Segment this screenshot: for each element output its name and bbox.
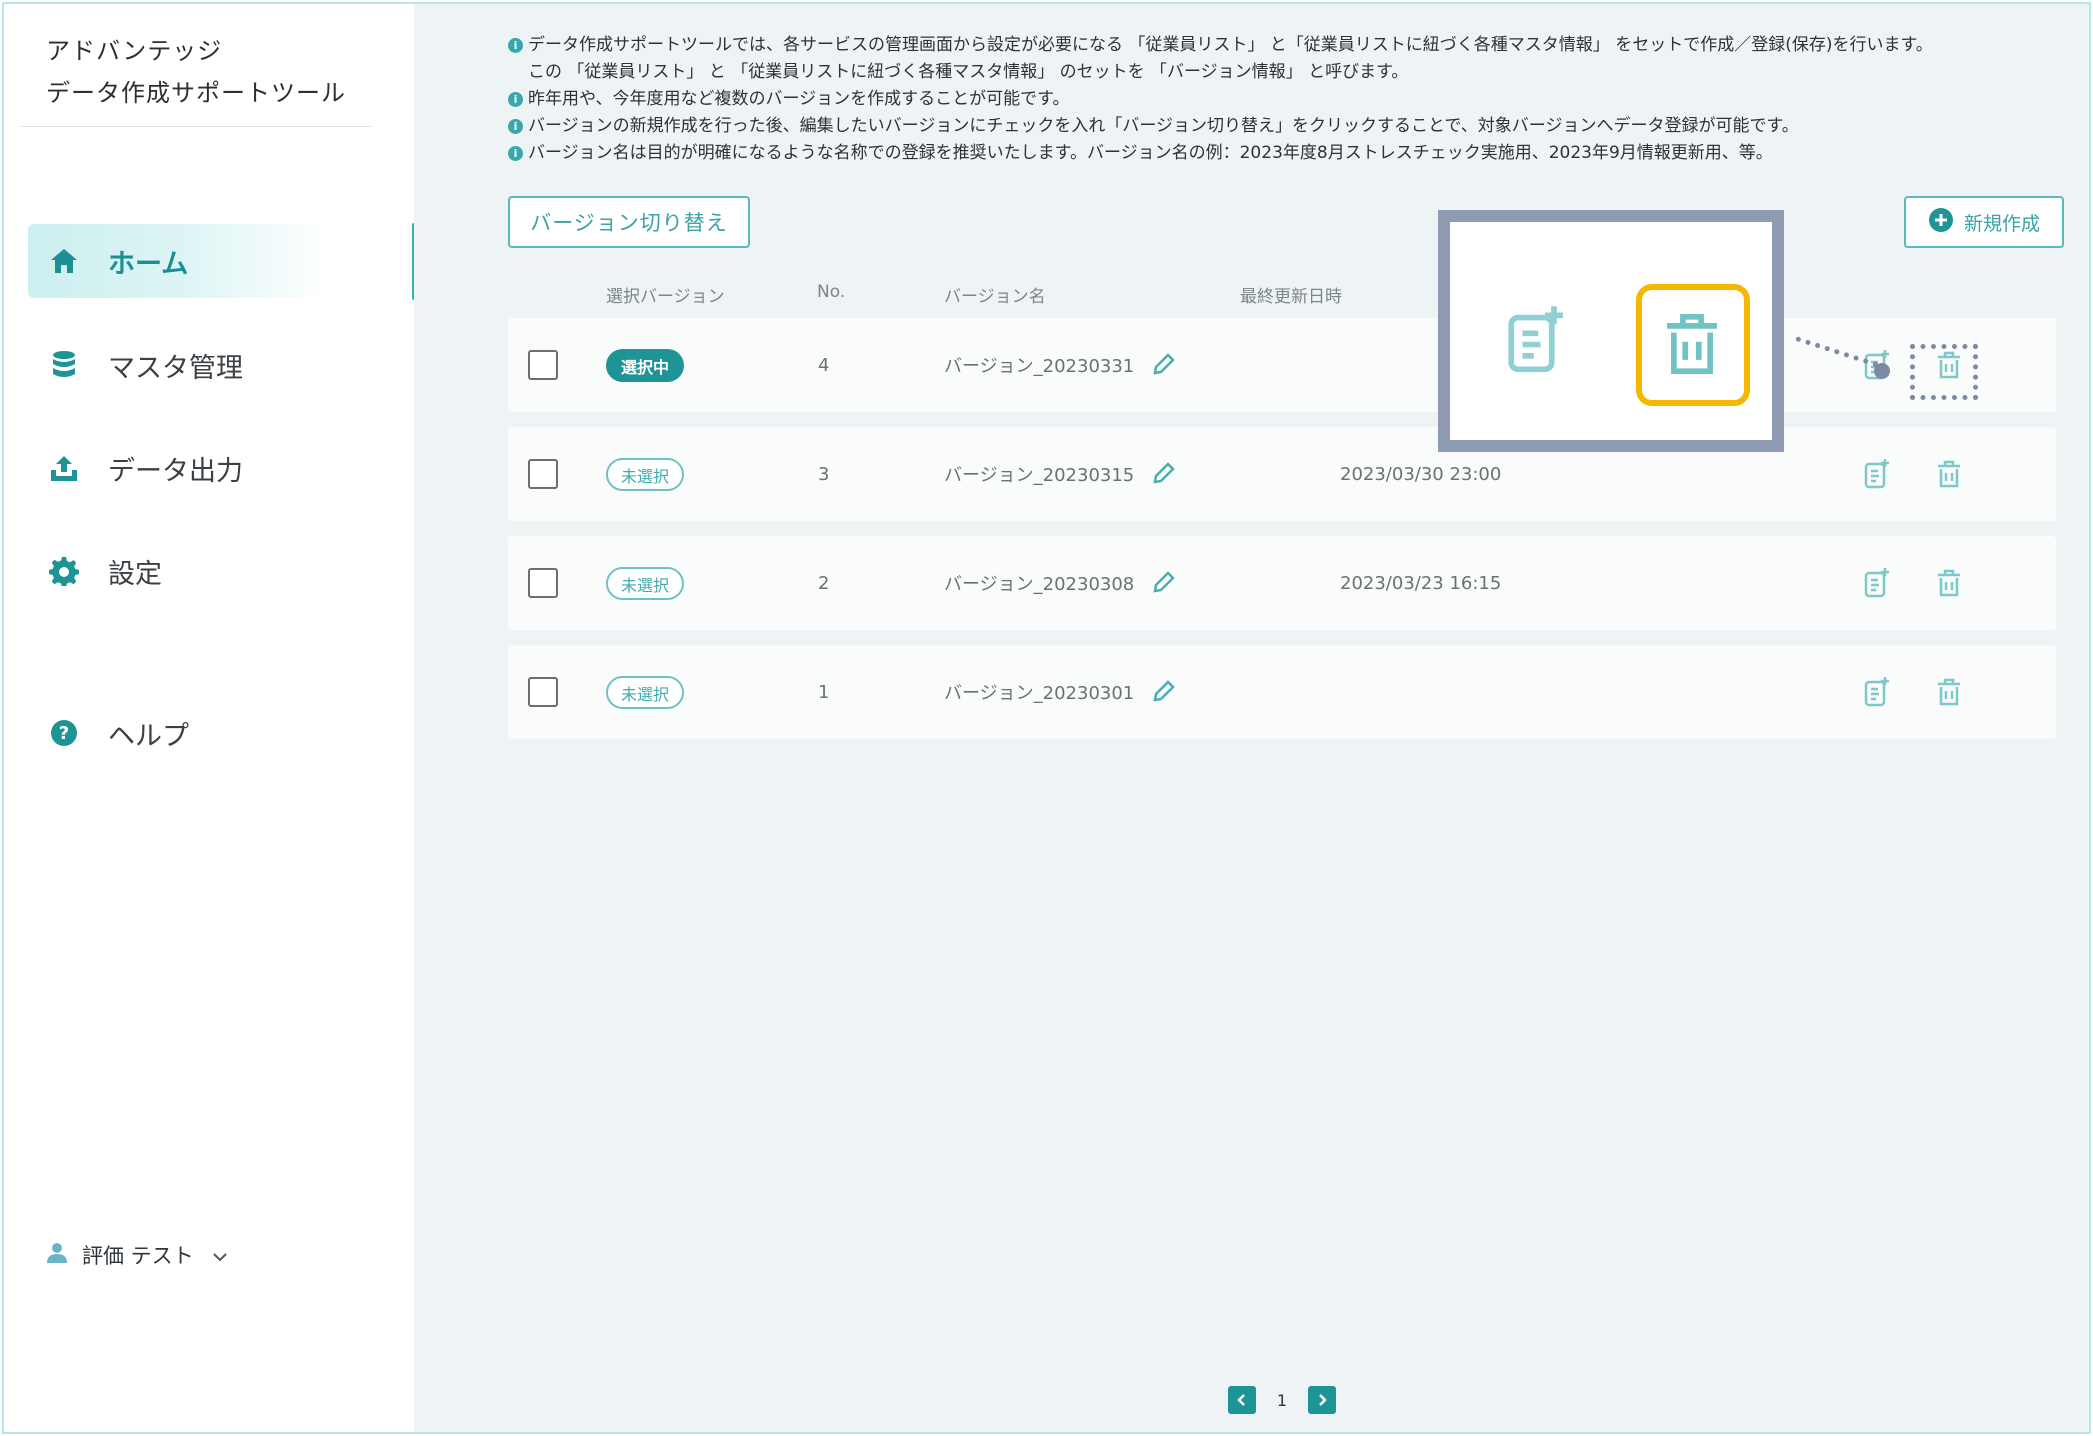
status-badge: 未選択 — [606, 458, 684, 491]
app-frame: アドバンテッジ データ作成サポートツール ホーム マスタ管理 データ出力 設定 … — [2, 2, 2091, 1434]
database-icon — [48, 349, 80, 381]
row-name: バージョン_20230315 — [944, 465, 1135, 486]
row-checkbox[interactable] — [528, 677, 558, 707]
trash-icon[interactable] — [1932, 675, 1966, 709]
row-checkbox[interactable] — [528, 568, 558, 598]
row-checkbox[interactable] — [528, 350, 558, 380]
help-icon: ? — [48, 717, 80, 749]
row-checkbox[interactable] — [528, 459, 558, 489]
new-version-label: 新規作成 — [1963, 212, 2040, 235]
sidebar-item-export[interactable]: データ出力 — [28, 431, 328, 505]
info-note: i データ作成サポートツールでは、各サービスの管理画面から設定が必要になる 「従業… — [508, 32, 1933, 59]
gear-icon — [48, 555, 80, 587]
status-badge: 未選択 — [606, 567, 684, 600]
info-note: この 「従業員リスト」 と 「従業員リストに紐づく各種マスタ情報」 のセットを … — [528, 62, 1409, 82]
sidebar-item-label: ホーム — [108, 248, 189, 280]
edit-icon[interactable] — [1150, 645, 1176, 739]
info-note: i バージョンの新規作成を行った後、編集したいバージョンにチェックを入れ「バージョ… — [508, 113, 1933, 140]
row-name: バージョン_20230301 — [944, 683, 1135, 704]
sidebar-item-label: 設定 — [108, 558, 162, 590]
sidebar-item-label: マスタ管理 — [108, 352, 243, 384]
row-no: 4 — [818, 354, 830, 376]
sidebar-item-settings[interactable]: 設定 — [28, 534, 328, 608]
plus-circle-icon — [1928, 207, 1954, 238]
status-badge: 未選択 — [606, 676, 684, 709]
pagination: 1 — [1228, 1386, 1336, 1414]
switch-version-button[interactable]: バージョン切り替え — [508, 196, 750, 248]
sidebar: アドバンテッジ データ作成サポートツール ホーム マスタ管理 データ出力 設定 … — [4, 4, 416, 1432]
info-icon: i — [508, 38, 523, 53]
info-icon: i — [508, 119, 523, 134]
table-row: 未選択 3 バージョン_20230315 2023/03/30 23:00 — [508, 427, 2056, 521]
copy-doc-icon[interactable] — [1860, 457, 1894, 491]
user-name: 評価 テスト — [82, 1244, 194, 1268]
callout-zoom — [1438, 210, 1784, 452]
callout-target-box — [1910, 344, 1978, 400]
callout-dot — [1874, 363, 1890, 379]
info-icon: i — [508, 92, 523, 107]
row-name: バージョン_20230331 — [944, 356, 1135, 377]
app-title: アドバンテッジ データ作成サポートツール — [46, 30, 346, 114]
upload-icon — [48, 452, 80, 484]
sidebar-item-label: データ出力 — [108, 455, 243, 487]
info-notes: i データ作成サポートツールでは、各サービスの管理画面から設定が必要になる 「従業… — [508, 32, 1933, 167]
table-row: 選択中 4 バージョン_20230331 — [508, 318, 2056, 412]
column-header-no: No. — [817, 282, 846, 302]
info-note: i バージョン名は目的が明確になるような名称での登録を推奨いたします。バージョン名… — [508, 140, 1933, 167]
next-page-button[interactable] — [1308, 1386, 1336, 1414]
app-title-line2: データ作成サポートツール — [46, 79, 346, 107]
copy-doc-icon[interactable] — [1860, 675, 1894, 709]
table-row: 未選択 2 バージョン_20230308 2023/03/23 16:15 — [508, 536, 2056, 630]
app-title-line1: アドバンテッジ — [46, 37, 223, 65]
home-icon — [48, 245, 80, 277]
sidebar-item-label: ヘルプ — [108, 720, 189, 752]
row-no: 3 — [818, 463, 830, 485]
edit-icon[interactable] — [1150, 427, 1176, 521]
user-icon — [46, 1242, 68, 1269]
column-header-updated: 最終更新日時 — [1240, 287, 1342, 307]
row-no: 1 — [818, 681, 830, 703]
new-version-button[interactable]: 新規作成 — [1904, 196, 2064, 248]
chevron-down-icon — [212, 1243, 228, 1267]
table-row: 未選択 1 バージョン_20230301 — [508, 645, 2056, 739]
page-number[interactable]: 1 — [1270, 1391, 1294, 1410]
sidebar-item-home[interactable]: ホーム — [28, 224, 328, 298]
edit-icon[interactable] — [1150, 318, 1176, 412]
divider — [20, 126, 372, 127]
row-no: 2 — [818, 572, 830, 594]
edit-icon[interactable] — [1150, 536, 1176, 630]
info-icon: i — [508, 146, 523, 161]
user-menu[interactable]: 評価 テスト — [46, 1240, 228, 1270]
info-note: i 昨年用や、今年度用など複数のバージョンを作成することが可能です。 — [508, 86, 1933, 113]
copy-doc-icon[interactable] — [1860, 566, 1894, 600]
column-header-selected: 選択バージョン — [606, 287, 725, 307]
trash-icon[interactable] — [1932, 457, 1966, 491]
trash-icon[interactable] — [1932, 566, 1966, 600]
main-content: i データ作成サポートツールでは、各サービスの管理画面から設定が必要になる 「従業… — [414, 4, 2089, 1432]
copy-doc-icon — [1504, 304, 1568, 380]
sidebar-item-master[interactable]: マスタ管理 — [28, 328, 328, 402]
trash-icon — [1662, 310, 1722, 382]
row-updated: 2023/03/23 16:15 — [1340, 572, 1502, 594]
prev-page-button[interactable] — [1228, 1386, 1256, 1414]
status-badge: 選択中 — [606, 349, 684, 382]
column-header-name: バージョン名 — [944, 287, 1046, 307]
sidebar-item-help[interactable]: ? ヘルプ — [28, 696, 328, 770]
svg-text:?: ? — [59, 723, 69, 744]
row-name: バージョン_20230308 — [944, 574, 1135, 595]
